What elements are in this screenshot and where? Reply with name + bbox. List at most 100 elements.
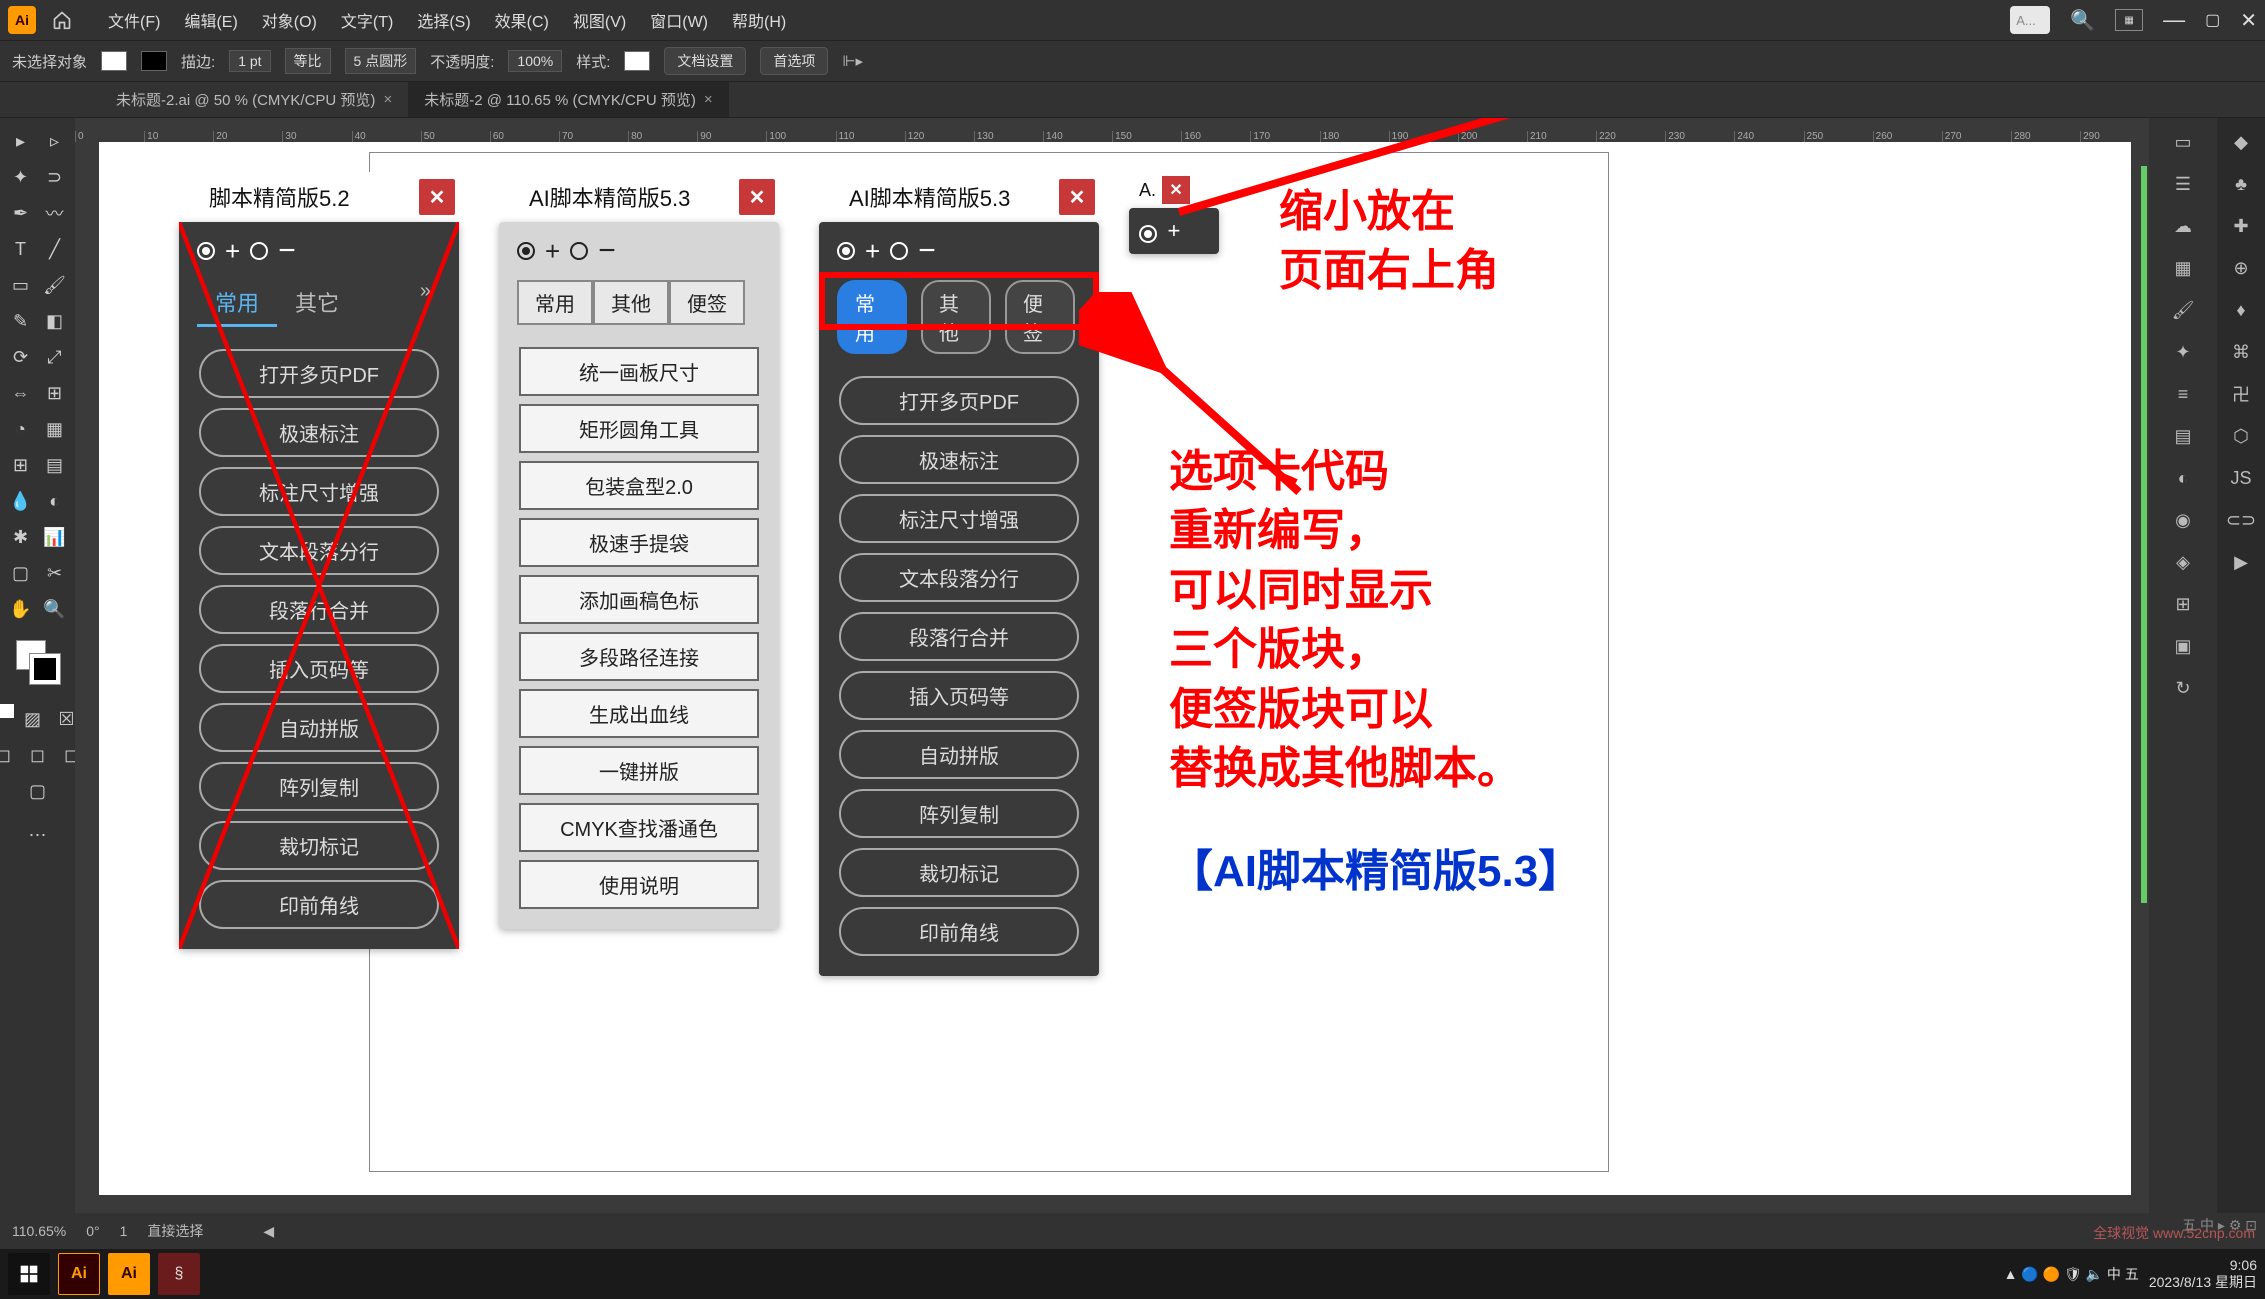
script-button[interactable]: 阵列复制 [839, 789, 1079, 838]
script-button[interactable]: 打开多页PDF [199, 349, 439, 398]
search-icon[interactable]: 🔍 [2070, 8, 2095, 33]
tray-icons[interactable]: ▲ 🔵 🟠 🛡 🔈 中 五 [2004, 1264, 2139, 1284]
dock2-icon[interactable]: 卍 [2227, 380, 2255, 408]
rectangle-tool-icon[interactable]: ▭ [6, 270, 36, 300]
style-swatch[interactable] [624, 51, 650, 71]
script-button[interactable]: 统一画板尺寸 [519, 347, 759, 396]
layers-icon[interactable]: ☰ [2169, 170, 2197, 198]
start-button[interactable] [8, 1253, 50, 1295]
draw-normal-icon[interactable]: ◻ [0, 740, 19, 770]
brush-dropdown[interactable]: 5 点圆形 [345, 48, 417, 74]
rotation[interactable]: 0° [86, 1223, 99, 1239]
taskbar-app-ai[interactable]: Ai [58, 1253, 100, 1295]
artboard-icon[interactable]: ▢ [6, 558, 36, 588]
menu-type[interactable]: 文字(T) [329, 8, 405, 32]
script-button[interactable]: 矩形圆角工具 [519, 404, 759, 453]
radio-icon[interactable] [1139, 225, 1157, 243]
script-button[interactable]: 段落行合并 [839, 612, 1079, 661]
script-button[interactable]: 极速手提袋 [519, 518, 759, 567]
dock2-icon[interactable]: ♣ [2227, 170, 2255, 198]
graph-icon[interactable]: 📊 [40, 522, 70, 552]
dock2-icon[interactable]: ▶ [2227, 548, 2255, 576]
script-button[interactable]: 自动拼版 [839, 730, 1079, 779]
scroll-thumb[interactable] [2141, 166, 2147, 903]
script-button[interactable]: 裁切标记 [839, 848, 1079, 897]
stroke-dock-icon[interactable]: ≡ [2169, 380, 2197, 408]
hand-icon[interactable]: ✋ [6, 594, 36, 624]
radio-icon[interactable] [570, 242, 588, 260]
rotate-icon[interactable]: ⟳ [6, 342, 36, 372]
color-mode-icon[interactable] [0, 704, 14, 718]
menu-select[interactable]: 选择(S) [405, 8, 482, 32]
scale-uniform-dropdown[interactable]: 等比 [285, 48, 331, 74]
dock2-icon[interactable]: ✚ [2227, 212, 2255, 240]
shape-builder-icon[interactable]: ◔ [6, 414, 36, 444]
script-mini-titlebar-top[interactable]: A... [2010, 6, 2050, 34]
menu-effect[interactable]: 效果(C) [483, 8, 561, 32]
eraser-icon[interactable]: ◧ [40, 306, 70, 336]
gradient-icon[interactable]: ▤ [40, 450, 70, 480]
tab-other[interactable]: 其它 [277, 280, 357, 327]
radio-icon[interactable] [837, 242, 855, 260]
transparency-icon[interactable]: ◐ [2169, 464, 2197, 492]
minus-icon[interactable]: − [598, 234, 616, 268]
close-button[interactable]: ✕ [419, 179, 455, 215]
window-close-icon[interactable]: ✕ [2240, 8, 2257, 33]
width-icon[interactable]: ⇔ [6, 378, 36, 408]
stroke-color-icon[interactable] [30, 654, 60, 684]
script-button[interactable]: 生成出血线 [519, 689, 759, 738]
plus-icon[interactable]: + [225, 236, 240, 267]
eyedropper-icon[interactable]: 💧 [6, 486, 36, 516]
properties-icon[interactable]: ▭ [2169, 128, 2197, 156]
script-button[interactable]: 包装盒型2.0 [519, 461, 759, 510]
perspective-icon[interactable]: ▦ [40, 414, 70, 444]
draw-behind-icon[interactable]: ◻ [23, 740, 53, 770]
symbols-icon[interactable]: ✦ [2169, 338, 2197, 366]
clock[interactable]: 9:06 2023/8/13 星期日 [2149, 1257, 2257, 1291]
script-button[interactable]: 裁切标记 [199, 821, 439, 870]
menu-help[interactable]: 帮助(H) [720, 8, 798, 32]
dock2-icon[interactable]: ◆ [2227, 128, 2255, 156]
plus-icon[interactable]: + [545, 236, 560, 267]
screen-mode-icon[interactable]: ▢ [23, 776, 53, 806]
doc-tab-1[interactable]: 未标题-2.ai @ 50 % (CMYK/CPU 预览) × [100, 82, 408, 117]
graphic-styles-icon[interactable]: ◈ [2169, 548, 2197, 576]
mesh-icon[interactable]: ⊞ [6, 450, 36, 480]
window-minimize-icon[interactable]: — [2163, 7, 2185, 33]
dock2-icon[interactable]: ⬡ [2227, 422, 2255, 450]
close-icon[interactable]: × [704, 91, 713, 108]
taskbar-app-other[interactable]: § [158, 1253, 200, 1295]
line-tool-icon[interactable]: ╱ [40, 234, 70, 264]
symbol-spray-icon[interactable]: ✱ [6, 522, 36, 552]
align-icon[interactable]: ⊩▸ [842, 52, 863, 70]
script-button[interactable]: CMYK查找潘通色 [519, 803, 759, 852]
menu-file[interactable]: 文件(F) [96, 8, 172, 32]
fill-stroke-control[interactable] [16, 640, 60, 684]
appearance-icon[interactable]: ◉ [2169, 506, 2197, 534]
script-button[interactable]: 印前角线 [199, 880, 439, 929]
type-tool-icon[interactable]: T [6, 234, 36, 264]
tab-common[interactable]: 常用 [517, 280, 593, 325]
close-button[interactable]: ✕ [739, 179, 775, 215]
selection-tool-icon[interactable]: ▸ [6, 126, 36, 156]
curvature-icon[interactable]: 〰 [40, 198, 70, 228]
canvas[interactable]: 脚本精简版5.2 ✕ + − 常用 其它 » [99, 142, 2149, 1213]
script-button[interactable]: 使用说明 [519, 860, 759, 909]
home-icon[interactable] [48, 6, 76, 34]
close-button[interactable]: ✕ [1059, 179, 1095, 215]
script-button[interactable]: 文本段落分行 [839, 553, 1079, 602]
dock2-icon[interactable]: ♦ [2227, 296, 2255, 324]
brushes-icon[interactable]: 🖌 [2169, 296, 2197, 324]
script-button[interactable]: 极速标注 [839, 435, 1079, 484]
free-transform-icon[interactable]: ⊞ [40, 378, 70, 408]
script-button[interactable]: 印前角线 [839, 907, 1079, 956]
script-button[interactable]: 打开多页PDF [839, 376, 1079, 425]
fill-swatch[interactable] [101, 51, 127, 71]
transform-icon[interactable]: ↻ [2169, 674, 2197, 702]
dock2-icon[interactable]: JS [2227, 464, 2255, 492]
pen-tool-icon[interactable]: ✒ [6, 198, 36, 228]
tab-other[interactable]: 其他 [593, 280, 669, 325]
brush-tool-icon[interactable]: 🖌 [40, 270, 70, 300]
arrange-icon[interactable]: ▦ [2115, 9, 2143, 31]
plus-icon[interactable]: + [865, 236, 880, 267]
